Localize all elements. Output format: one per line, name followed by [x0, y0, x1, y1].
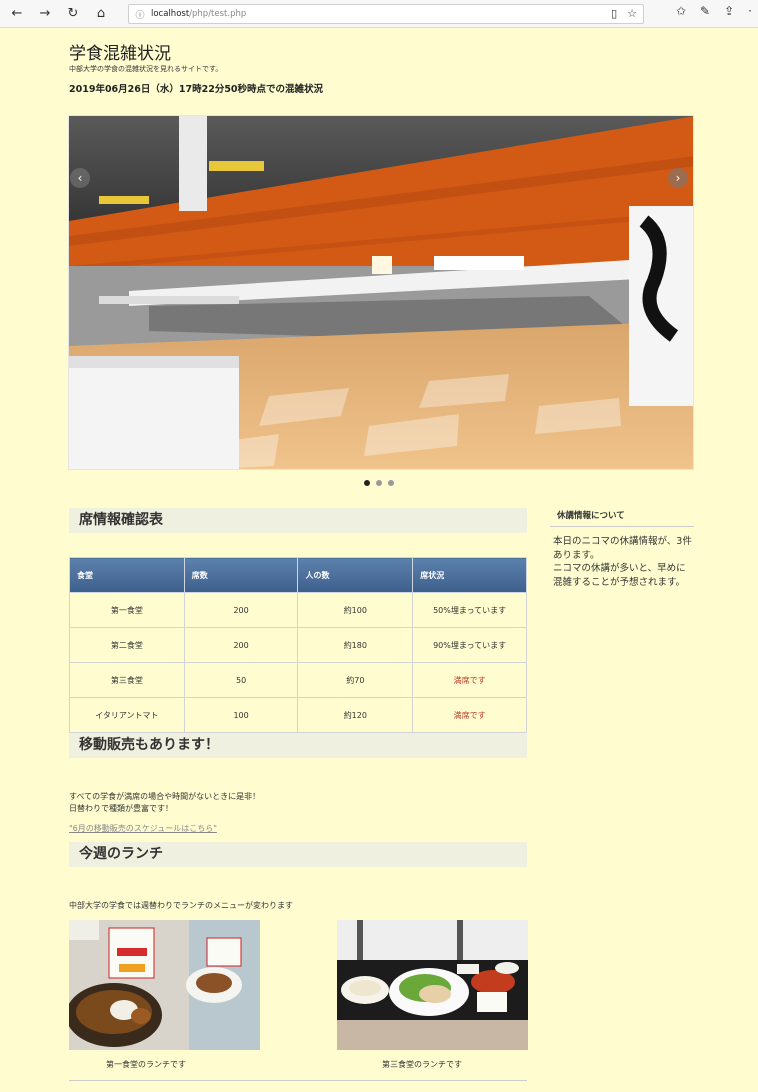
people-count: 約70 [297, 662, 414, 698]
column-header: 人の数 [297, 557, 414, 593]
forward-icon[interactable]: → [34, 3, 56, 25]
table-row: 第三食堂 50 約70 満席です [69, 662, 527, 698]
site-subtitle: 中部大学の学食の混雑状況を見れるサイトです。 [69, 65, 223, 73]
seat-count: 100 [183, 697, 299, 733]
url-path: /php/test.php [189, 9, 247, 19]
seat-status: 50%埋まっています [412, 592, 527, 628]
seat-status: 満席です [412, 697, 527, 733]
class-cancel-heading: 休講情報について [550, 509, 694, 527]
table-row: イタリアントマト 100 約120 満席です [69, 697, 527, 733]
table-row: 第二食堂 200 約180 90%埋まっています [69, 627, 527, 663]
more-icon[interactable]: · [748, 4, 752, 18]
carousel-dot[interactable] [364, 480, 370, 486]
seat-count: 200 [183, 627, 299, 663]
cafeteria-name: イタリアントマト [69, 697, 185, 733]
refresh-icon[interactable]: ↻ [62, 3, 84, 25]
people-count: 約100 [297, 592, 414, 628]
column-header: 食堂 [69, 557, 185, 593]
cafeteria-photo-carousel[interactable] [68, 115, 694, 470]
class-cancel-info: 本日のニコマの休講情報が、3件あります。 ニコマの休講が多いと、早めに混雑するこ… [553, 535, 695, 589]
carousel-dot[interactable] [376, 480, 382, 486]
favorites-list-icon[interactable]: ✩ [676, 4, 686, 18]
lunch-heading: 今週のランチ [69, 842, 527, 867]
seat-info-heading: 席情報確認表 [69, 508, 527, 533]
info-icon[interactable]: ⓘ [133, 8, 147, 21]
lunch-caption-first: 第一食堂のランチです [106, 1060, 186, 1069]
mobile-sales-heading: 移動販売もあります！ [69, 733, 527, 758]
mobile-sales-text: すべての学食が満席の場合や時間がないときに是非！ [69, 792, 261, 801]
people-count: 約120 [297, 697, 414, 733]
cafeteria-name: 第三食堂 [69, 662, 185, 698]
seat-count: 50 [183, 662, 299, 698]
people-count: 約180 [297, 627, 414, 663]
divider [69, 1080, 527, 1081]
carousel-prev-icon[interactable]: ‹ [70, 168, 90, 188]
table-row: 第一食堂 200 約100 50%埋まっています [69, 592, 527, 628]
mobile-sales-text: 日替わりで種類が豊富です！ [69, 804, 173, 813]
carousel-dot[interactable] [388, 480, 394, 486]
seat-status: 90%埋まっています [412, 627, 527, 663]
class-cancel-line: ニコマの休講が多いと、早めに混雑することが予想されます。 [553, 563, 686, 588]
address-bar[interactable]: ⓘ localhost/php/test.php ▯ ☆ [128, 4, 644, 24]
column-header: 席数 [183, 557, 299, 593]
home-icon[interactable]: ⌂ [90, 3, 112, 25]
reading-view-icon[interactable]: ▯ [611, 7, 617, 20]
site-title: 学食混雑状況 [69, 44, 171, 64]
cafeteria-photo [69, 116, 693, 469]
lunch-photo-first-cafeteria [69, 920, 260, 1050]
seat-info-table: 食堂 席数 人の数 席状況 第一食堂 200 約100 50%埋まっています 第… [69, 557, 527, 733]
status-timestamp: 2019年06月26日（水）17時22分50秒時点での混雑状況 [69, 84, 324, 95]
column-header: 席状況 [412, 557, 527, 593]
url-host: localhost [151, 9, 190, 19]
cafeteria-name: 第二食堂 [69, 627, 185, 663]
share-icon[interactable]: ⇪ [724, 4, 734, 18]
carousel-next-icon[interactable]: › [668, 168, 688, 188]
carousel-indicators [364, 480, 394, 486]
lunch-description: 中部大学の学食では週替わりでランチのメニューが変わります [69, 901, 293, 910]
browser-toolbar: ← → ↻ ⌂ ⓘ localhost/php/test.php ▯ ☆ ✩ ✎… [0, 0, 758, 28]
cafeteria-name: 第一食堂 [69, 592, 185, 628]
seat-status: 満席です [412, 662, 527, 698]
favorite-star-icon[interactable]: ☆ [627, 7, 637, 20]
mobile-sales-schedule-link[interactable]: "6月の移動販売のスケジュールはこちら" [69, 823, 217, 834]
lunch-photo-third-cafeteria [337, 920, 528, 1050]
lunch-caption-third: 第三食堂のランチです [382, 1060, 462, 1069]
seat-count: 200 [183, 592, 299, 628]
pen-icon[interactable]: ✎ [700, 4, 710, 18]
back-icon[interactable]: ← [6, 3, 28, 25]
class-cancel-line: 本日のニコマの休講情報が、3件あります。 [553, 536, 692, 561]
